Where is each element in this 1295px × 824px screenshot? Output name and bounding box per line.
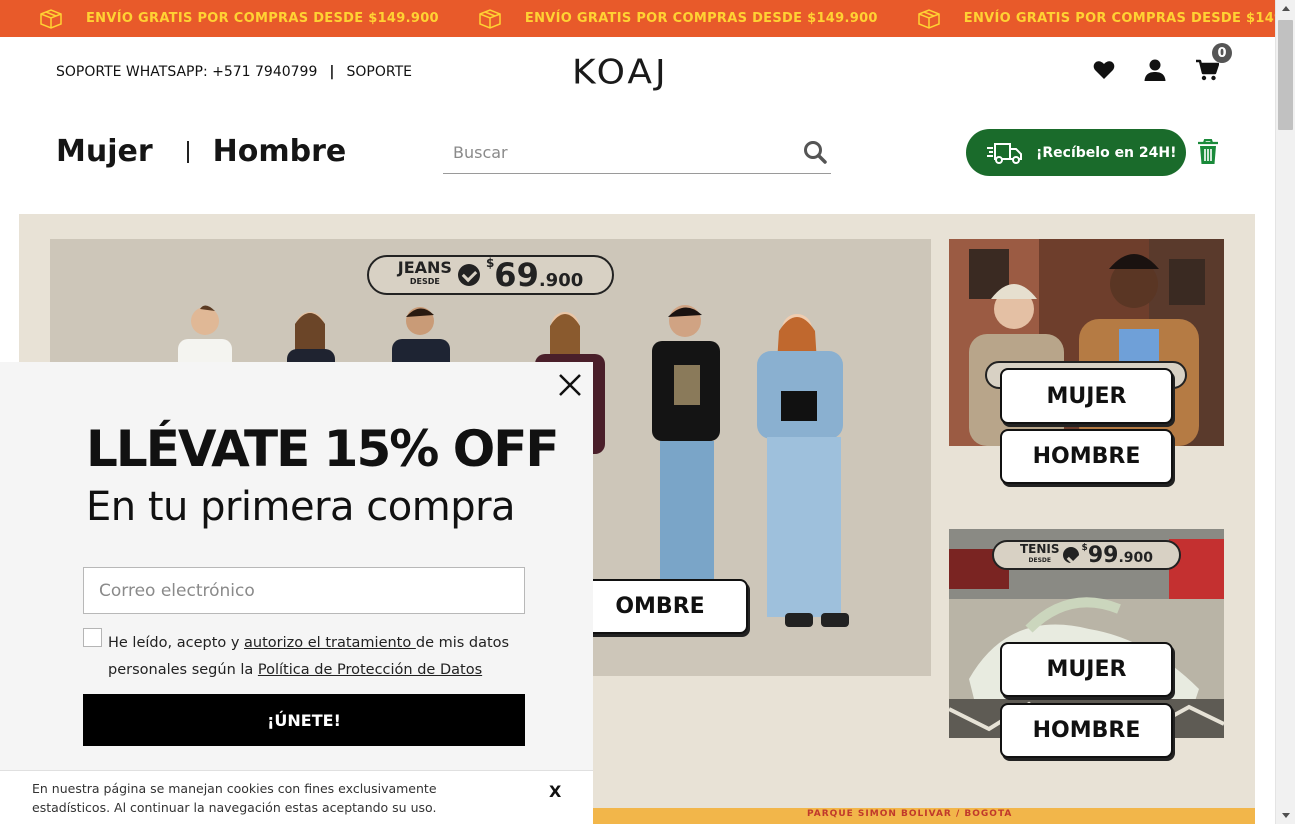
promo-category: TENIS DESDE	[1020, 542, 1060, 564]
support-bar: SOPORTE WHATSAPP: +571 7940799 | SOPORTE	[56, 64, 412, 80]
promo-text: ENVÍO GRATIS POR COMPRAS DESDE $149.900	[963, 11, 1295, 26]
cookie-notice: En nuestra página se manejan cookies con…	[0, 770, 593, 824]
nav-separator	[186, 140, 189, 163]
scroll-thumb[interactable]	[1278, 20, 1293, 130]
scroll-up-arrow-icon[interactable]	[1282, 6, 1290, 11]
promo-price: $99.900	[1081, 542, 1153, 568]
trash-icon[interactable]	[1197, 139, 1219, 165]
page-scrollbar[interactable]	[1275, 0, 1295, 824]
hero-bottom-banner[interactable]: PARQUE SIMON BOLIVAR / BOGOTA	[593, 808, 1255, 824]
user-icon[interactable]	[1143, 58, 1167, 82]
nav-hombre-link[interactable]: Hombre	[213, 134, 347, 169]
email-field[interactable]	[83, 567, 525, 614]
promo-segment: ENVÍO GRATIS POR COMPRAS DESDE $149.900	[477, 8, 878, 29]
model-image	[757, 314, 849, 627]
hero-main-hombre-button[interactable]: OMBRE	[572, 579, 748, 634]
box-icon	[918, 8, 940, 29]
express-delivery-button[interactable]: ¡Recíbelo en 24H!	[966, 129, 1186, 176]
hero-right1-mujer-button[interactable]: MUJER	[1000, 368, 1173, 424]
support-separator: |	[329, 64, 335, 80]
promo-category: JEANS DESDE	[397, 258, 452, 287]
support-whatsapp-link[interactable]: SOPORTE WHATSAPP: +571 7940799	[56, 64, 317, 80]
checkmark-icon	[457, 264, 480, 286]
consent-text: He leído, acepto y autorizo el tratamien…	[108, 635, 510, 678]
price-pill: TENIS DESDE $99.900	[992, 540, 1181, 570]
promo-text: ENVÍO GRATIS POR COMPRAS DESDE $149.900	[86, 11, 439, 26]
modal-subtitle: En tu primera compra	[86, 484, 516, 530]
heart-icon[interactable]	[1092, 58, 1116, 82]
hero-right2-mujer-button[interactable]: MUJER	[1000, 642, 1173, 697]
hero-right1-hombre-button[interactable]: HOMBRE	[1000, 429, 1173, 484]
search-icon[interactable]	[803, 140, 827, 164]
page: ENVÍO GRATIS POR COMPRAS DESDE $149.900 …	[0, 0, 1295, 824]
box-icon	[479, 8, 501, 29]
gender-nav: Mujer Hombre	[56, 134, 346, 169]
promo-price: $69.900	[485, 256, 584, 294]
cart-icon[interactable]	[1195, 58, 1219, 82]
promo-text: ENVÍO GRATIS POR COMPRAS DESDE $149.900	[524, 11, 878, 26]
support-link[interactable]: SOPORTE	[347, 64, 412, 80]
hero-bottom-caption: PARQUE SIMON BOLIVAR / BOGOTA	[807, 809, 1013, 819]
cart-count-badge: 0	[1212, 43, 1232, 63]
price-pill: JEANS DESDE $69.900	[367, 255, 614, 295]
close-icon[interactable]	[557, 372, 583, 398]
join-button[interactable]: ¡ÚNETE!	[83, 694, 525, 746]
data-treatment-link[interactable]: autorizo el tratamiento	[244, 635, 416, 651]
search-bar	[443, 132, 831, 174]
express-delivery-label: ¡Recíbelo en 24H!	[1036, 144, 1177, 161]
site-logo[interactable]: KOAJ	[572, 53, 669, 92]
promo-segment: ENVÍO GRATIS POR COMPRAS DESDE $149.900	[38, 8, 439, 29]
search-input[interactable]	[443, 132, 783, 172]
truck-icon	[987, 142, 1022, 164]
cookie-close-button[interactable]: X	[549, 782, 561, 801]
privacy-policy-link[interactable]: Política de Protección de Datos	[258, 662, 482, 678]
consent-checkbox[interactable]	[83, 628, 102, 647]
cookie-text: En nuestra página se manejan cookies con…	[32, 781, 437, 815]
box-icon	[40, 8, 62, 29]
promo-banner: ENVÍO GRATIS POR COMPRAS DESDE $149.900 …	[0, 0, 1295, 37]
checkmark-icon	[1062, 547, 1079, 563]
modal-title: LLÉVATE 15% OFF	[86, 420, 560, 478]
nav-mujer-link[interactable]: Mujer	[56, 134, 153, 169]
promo-segment: ENVÍO GRATIS POR COMPRAS DESDE $149.900	[916, 8, 1295, 29]
scroll-down-arrow-icon[interactable]	[1282, 813, 1290, 818]
hero-right2-hombre-button[interactable]: HOMBRE	[1000, 703, 1173, 758]
